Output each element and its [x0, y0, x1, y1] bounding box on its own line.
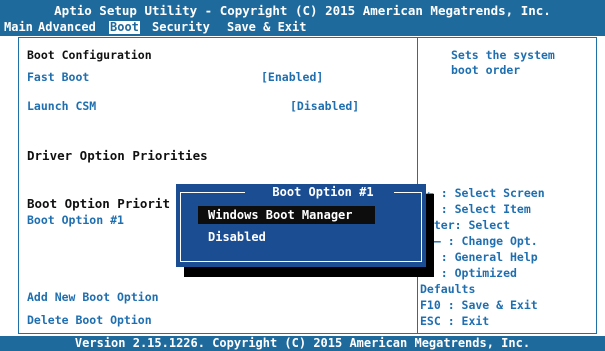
- key-help-general-help: F1 : General Help: [420, 250, 538, 264]
- popup-title: Boot Option #1: [272, 185, 374, 199]
- tab-save-exit[interactable]: Save & Exit: [227, 21, 306, 34]
- delete-boot-option[interactable]: Delete Boot Option: [27, 313, 152, 327]
- key-help-defaults: Defaults: [420, 282, 476, 296]
- boot-option-1[interactable]: Boot Option #1: [27, 213, 124, 227]
- launch-csm-option[interactable]: Launch CSM: [27, 99, 96, 113]
- tab-boot[interactable]: Boot: [109, 21, 140, 34]
- tab-advanced[interactable]: Advanced: [38, 21, 96, 34]
- key-help-select-item: ↑↓ : Select Item: [420, 202, 531, 216]
- tab-main[interactable]: Main: [4, 21, 33, 34]
- key-help-save-exit: F10 : Save & Exit: [420, 298, 538, 312]
- key-help-exit: ESC : Exit: [420, 314, 490, 328]
- title-bar: Aptio Setup Utility - Copyright (C) 2015…: [0, 0, 605, 36]
- help-description-line1: Sets the system: [451, 48, 555, 62]
- popup-frame-top-right: [394, 192, 422, 193]
- tab-security[interactable]: Security: [152, 21, 210, 34]
- popup-option-disabled[interactable]: Disabled: [208, 230, 266, 244]
- boot-option-popup: Boot Option #1 Windows Boot Manager Disa…: [176, 184, 426, 267]
- popup-frame-top-left: [180, 192, 245, 193]
- app-title: Aptio Setup Utility - Copyright (C) 2015…: [54, 3, 551, 18]
- help-description-line2: boot order: [451, 63, 521, 77]
- add-new-boot-option[interactable]: Add New Boot Option: [27, 290, 159, 304]
- popup-option-windows-boot-manager[interactable]: Windows Boot Manager: [198, 206, 375, 224]
- section-boot-configuration: Boot Configuration: [27, 48, 152, 62]
- fast-boot-option[interactable]: Fast Boot: [27, 70, 89, 84]
- key-help-select-screen: →← : Select Screen: [420, 186, 545, 200]
- popup-frame: [180, 192, 422, 262]
- key-help-optimized: F9 : Optimized: [420, 266, 517, 280]
- section-boot-option-priorities: Boot Option Priorit: [27, 196, 170, 211]
- fast-boot-value[interactable]: [Enabled]: [261, 70, 323, 84]
- launch-csm-value[interactable]: [Disabled]: [290, 99, 359, 113]
- section-driver-option-priorities: Driver Option Priorities: [27, 148, 208, 163]
- version-footer: Version 2.15.1226. Copyright (C) 2015 Am…: [0, 336, 605, 351]
- key-help-change-opt: +/— : Change Opt.: [420, 234, 538, 248]
